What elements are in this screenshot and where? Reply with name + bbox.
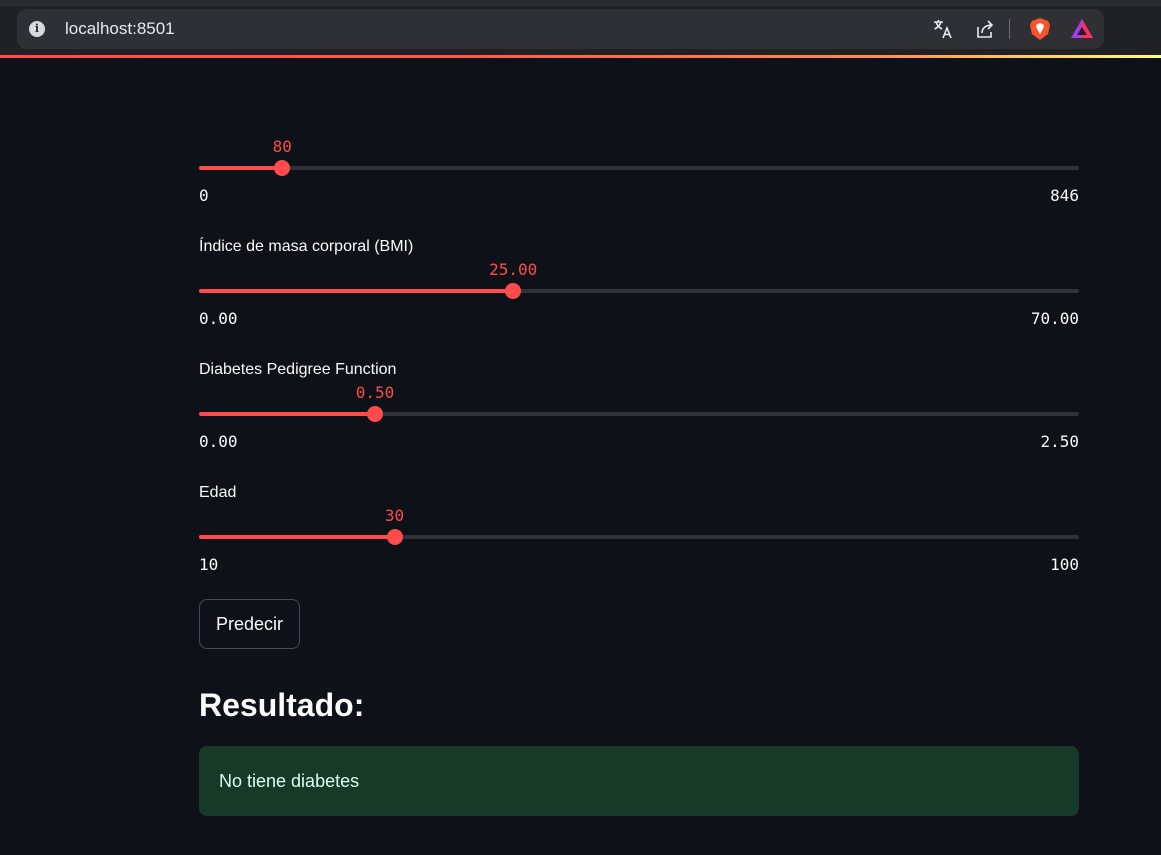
slider-edad: Edad 30 10 100 bbox=[199, 483, 1079, 574]
slider-min: 0 bbox=[199, 186, 209, 205]
slider-min: 10 bbox=[199, 555, 219, 574]
slider-value: 25.00 bbox=[489, 260, 538, 279]
slider-bmi: Índice de masa corporal (BMI) 25.00 0.00… bbox=[199, 237, 1079, 328]
slider-thumb[interactable] bbox=[274, 160, 291, 176]
slider-fill bbox=[199, 166, 283, 170]
slider-fill bbox=[199, 289, 514, 293]
browser-chrome: i localhost:8501 bbox=[0, 0, 1161, 55]
success-alert: No tiene diabetes bbox=[199, 746, 1079, 816]
tab-strip bbox=[0, 0, 1161, 6]
result-message: No tiene diabetes bbox=[219, 770, 360, 791]
translate-icon[interactable] bbox=[931, 17, 955, 41]
brave-rewards-icon[interactable] bbox=[1070, 17, 1094, 41]
slider-max: 70.00 bbox=[1030, 309, 1079, 328]
slider-label: Índice de masa corporal (BMI) bbox=[199, 238, 414, 255]
slider-track[interactable] bbox=[199, 406, 1079, 422]
slider-track[interactable] bbox=[199, 160, 1079, 176]
slider-min: 0.00 bbox=[199, 432, 238, 451]
result-heading: Resultado: bbox=[199, 687, 365, 723]
slider-fill bbox=[199, 412, 375, 416]
toolbar-divider bbox=[1009, 19, 1010, 39]
predict-button[interactable]: Predecir bbox=[199, 599, 300, 649]
slider-value: 80 bbox=[272, 137, 292, 156]
share-icon[interactable] bbox=[973, 17, 997, 41]
slider-track[interactable] bbox=[199, 529, 1079, 545]
slider-thumb[interactable] bbox=[386, 529, 403, 545]
slider-value: 0.50 bbox=[355, 383, 395, 402]
url-text[interactable]: localhost:8501 bbox=[65, 19, 175, 39]
info-icon[interactable]: i bbox=[29, 21, 45, 37]
slider-label: Diabetes Pedigree Function bbox=[199, 361, 397, 378]
slider-label: Edad bbox=[199, 484, 237, 501]
slider-thumb[interactable] bbox=[505, 283, 522, 299]
slider-value: 30 bbox=[384, 506, 405, 525]
slider-min: 0.00 bbox=[199, 309, 238, 328]
brave-shield-icon[interactable] bbox=[1028, 17, 1052, 41]
slider-max: 846 bbox=[1050, 186, 1079, 205]
slider-max: 2.50 bbox=[1040, 432, 1079, 451]
slider-fill bbox=[199, 535, 395, 539]
slider-max: 100 bbox=[1050, 555, 1079, 574]
slider-pedigree: Diabetes Pedigree Function 0.50 0.00 2.5… bbox=[199, 360, 1079, 451]
address-bar[interactable]: i localhost:8501 bbox=[17, 9, 1104, 49]
streamlit-decoration-bar bbox=[0, 55, 1161, 58]
slider-insulin: 80 0 846 bbox=[199, 137, 1079, 217]
slider-thumb[interactable] bbox=[367, 406, 383, 422]
address-bar-actions bbox=[913, 17, 1094, 41]
slider-track[interactable] bbox=[199, 283, 1079, 299]
